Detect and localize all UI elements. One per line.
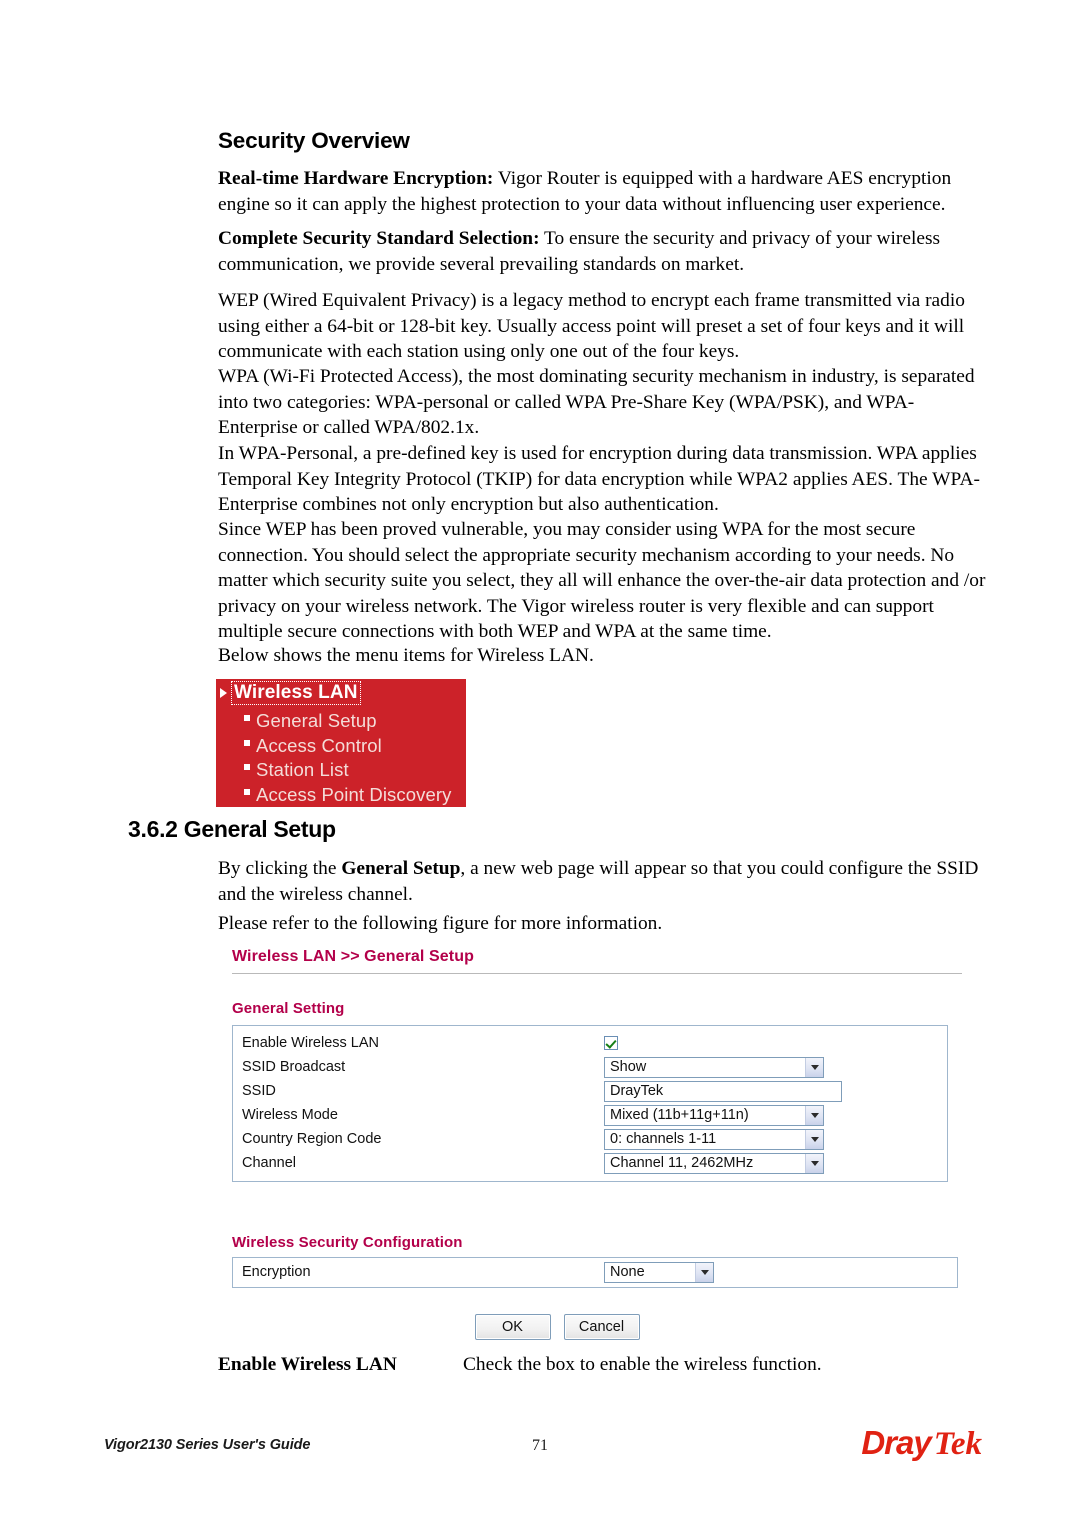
field-label-ssid: SSID bbox=[242, 1083, 276, 1099]
breadcrumb-divider bbox=[232, 973, 962, 974]
square-bullet-icon bbox=[244, 764, 250, 770]
logo-text-dray: Dray bbox=[861, 1424, 931, 1461]
document-page: Security Overview Real-time Hardware Enc… bbox=[0, 0, 1080, 1528]
field-label-country-region-code: Country Region Code bbox=[242, 1131, 382, 1147]
paragraph-text-pre: By clicking the bbox=[218, 858, 342, 879]
breadcrumb: Wireless LAN >> General Setup bbox=[232, 948, 474, 965]
encryption-select[interactable]: None bbox=[604, 1261, 714, 1283]
country-region-code-value: 0: channels 1-11 bbox=[610, 1131, 717, 1147]
page-heading-security-overview: Security Overview bbox=[218, 128, 410, 153]
menu-item-access-point-discovery[interactable]: Access Point Discovery bbox=[244, 783, 451, 807]
menu-item-access-control-label: Access Control bbox=[256, 735, 382, 756]
chevron-down-icon[interactable] bbox=[805, 1105, 823, 1125]
paragraph-by-clicking-general-setup: By clicking the General Setup, a new web… bbox=[218, 856, 990, 907]
field-row-country-region-code: Country Region Code 0: channels 1-11 bbox=[233, 1127, 947, 1151]
wireless-security-panel: Encryption None bbox=[232, 1257, 958, 1288]
ssid-input-value: DrayTek bbox=[610, 1083, 664, 1099]
field-label-ssid-broadcast: SSID Broadcast bbox=[242, 1059, 346, 1075]
draytek-logo: DrayTek bbox=[861, 1423, 982, 1464]
form-button-row: OK Cancel bbox=[232, 1314, 962, 1340]
field-row-channel: Channel Channel 11, 2462MHz bbox=[233, 1151, 947, 1175]
ssid-broadcast-value: Show bbox=[610, 1059, 647, 1075]
ssid-broadcast-select[interactable]: Show bbox=[604, 1056, 824, 1078]
menu-item-wireless-lan[interactable]: Wireless LAN bbox=[220, 681, 361, 705]
paragraph-please-refer: Please refer to the following figure for… bbox=[218, 913, 663, 934]
menu-item-general-setup[interactable]: General Setup bbox=[244, 709, 377, 733]
field-row-wireless-mode: Wireless Mode Mixed (11b+11g+11n) bbox=[233, 1103, 947, 1127]
encryption-value: None bbox=[610, 1264, 645, 1280]
wireless-mode-select[interactable]: Mixed (11b+11g+11n) bbox=[604, 1104, 824, 1126]
square-bullet-icon bbox=[244, 789, 250, 795]
field-label-encryption: Encryption bbox=[242, 1264, 311, 1280]
menu-item-station-list-label: Station List bbox=[256, 759, 349, 780]
chevron-down-icon[interactable] bbox=[805, 1129, 823, 1149]
triangle-right-icon bbox=[220, 688, 227, 698]
square-bullet-icon bbox=[244, 715, 250, 721]
definition-term: Enable Wireless LAN bbox=[218, 1354, 397, 1375]
field-row-encryption: Encryption None bbox=[233, 1260, 957, 1284]
field-row-ssid: SSID DrayTek bbox=[233, 1079, 947, 1103]
router-web-ui-figure: Wireless LAN >> General Setup General Se… bbox=[232, 948, 962, 1340]
menu-item-wireless-lan-label: Wireless LAN bbox=[231, 681, 361, 705]
paragraph-realtime-hardware-encryption: Real-time Hardware Encryption: Vigor Rou… bbox=[218, 166, 990, 217]
paragraph-wep-vulnerable: Since WEP has been proved vulnerable, yo… bbox=[218, 519, 986, 642]
paragraph-wep: WEP (Wired Equivalent Privacy) is a lega… bbox=[218, 290, 965, 362]
wireless-lan-menu-figure: Wireless LAN General Setup Access Contro… bbox=[216, 679, 466, 807]
definition-description: Check the box to enable the wireless fun… bbox=[463, 1354, 822, 1375]
logo-text-tek: Tek bbox=[933, 1426, 982, 1462]
cancel-button[interactable]: Cancel bbox=[563, 1314, 640, 1340]
paragraph-lead-in-bold: Real-time Hardware Encryption: bbox=[218, 168, 494, 189]
menu-item-station-list[interactable]: Station List bbox=[244, 758, 349, 782]
menu-item-general-setup-label: General Setup bbox=[256, 710, 377, 731]
field-label-channel: Channel bbox=[242, 1155, 297, 1171]
field-label-enable-wireless-lan: Enable Wireless LAN bbox=[242, 1035, 379, 1051]
field-row-enable-wireless-lan: Enable Wireless LAN bbox=[233, 1031, 947, 1055]
paragraph-complete-security-standard: Complete Security Standard Selection: To… bbox=[218, 226, 990, 277]
ssid-input[interactable]: DrayTek bbox=[604, 1080, 842, 1102]
wireless-mode-value: Mixed (11b+11g+11n) bbox=[610, 1107, 749, 1123]
menu-item-access-control[interactable]: Access Control bbox=[244, 734, 382, 758]
paragraph-below-shows-menu: Below shows the menu items for Wireless … bbox=[218, 645, 594, 666]
country-region-code-select[interactable]: 0: channels 1-11 bbox=[604, 1128, 824, 1150]
field-label-wireless-mode: Wireless Mode bbox=[242, 1107, 338, 1123]
chevron-down-icon[interactable] bbox=[695, 1262, 713, 1282]
chevron-down-icon[interactable] bbox=[805, 1057, 823, 1077]
definition-row: Enable Wireless LAN Check the box to ena… bbox=[218, 1352, 990, 1377]
chevron-down-icon[interactable] bbox=[805, 1153, 823, 1173]
wireless-security-configuration-title: Wireless Security Configuration bbox=[232, 1234, 463, 1251]
paragraph-wpa-personal: In WPA-Personal, a pre-defined key is us… bbox=[218, 443, 980, 515]
general-setting-panel: Enable Wireless LAN SSID Broadcast Show … bbox=[232, 1025, 948, 1182]
general-setting-title: General Setting bbox=[232, 1000, 345, 1017]
square-bullet-icon bbox=[244, 740, 250, 746]
field-row-ssid-broadcast: SSID Broadcast Show bbox=[233, 1055, 947, 1079]
menu-item-access-point-discovery-label: Access Point Discovery bbox=[256, 784, 452, 805]
enable-wireless-lan-checkbox[interactable] bbox=[604, 1036, 618, 1050]
ok-button[interactable]: OK bbox=[474, 1314, 551, 1340]
paragraph-text-bold: General Setup bbox=[341, 858, 461, 879]
channel-value: Channel 11, 2462MHz bbox=[610, 1155, 754, 1171]
paragraph-wpa: WPA (Wi-Fi Protected Access), the most d… bbox=[218, 366, 975, 438]
channel-select[interactable]: Channel 11, 2462MHz bbox=[604, 1152, 824, 1174]
paragraph-lead-in-bold: Complete Security Standard Selection: bbox=[218, 228, 540, 249]
section-heading-general-setup: 3.6.2 General Setup bbox=[128, 816, 336, 842]
